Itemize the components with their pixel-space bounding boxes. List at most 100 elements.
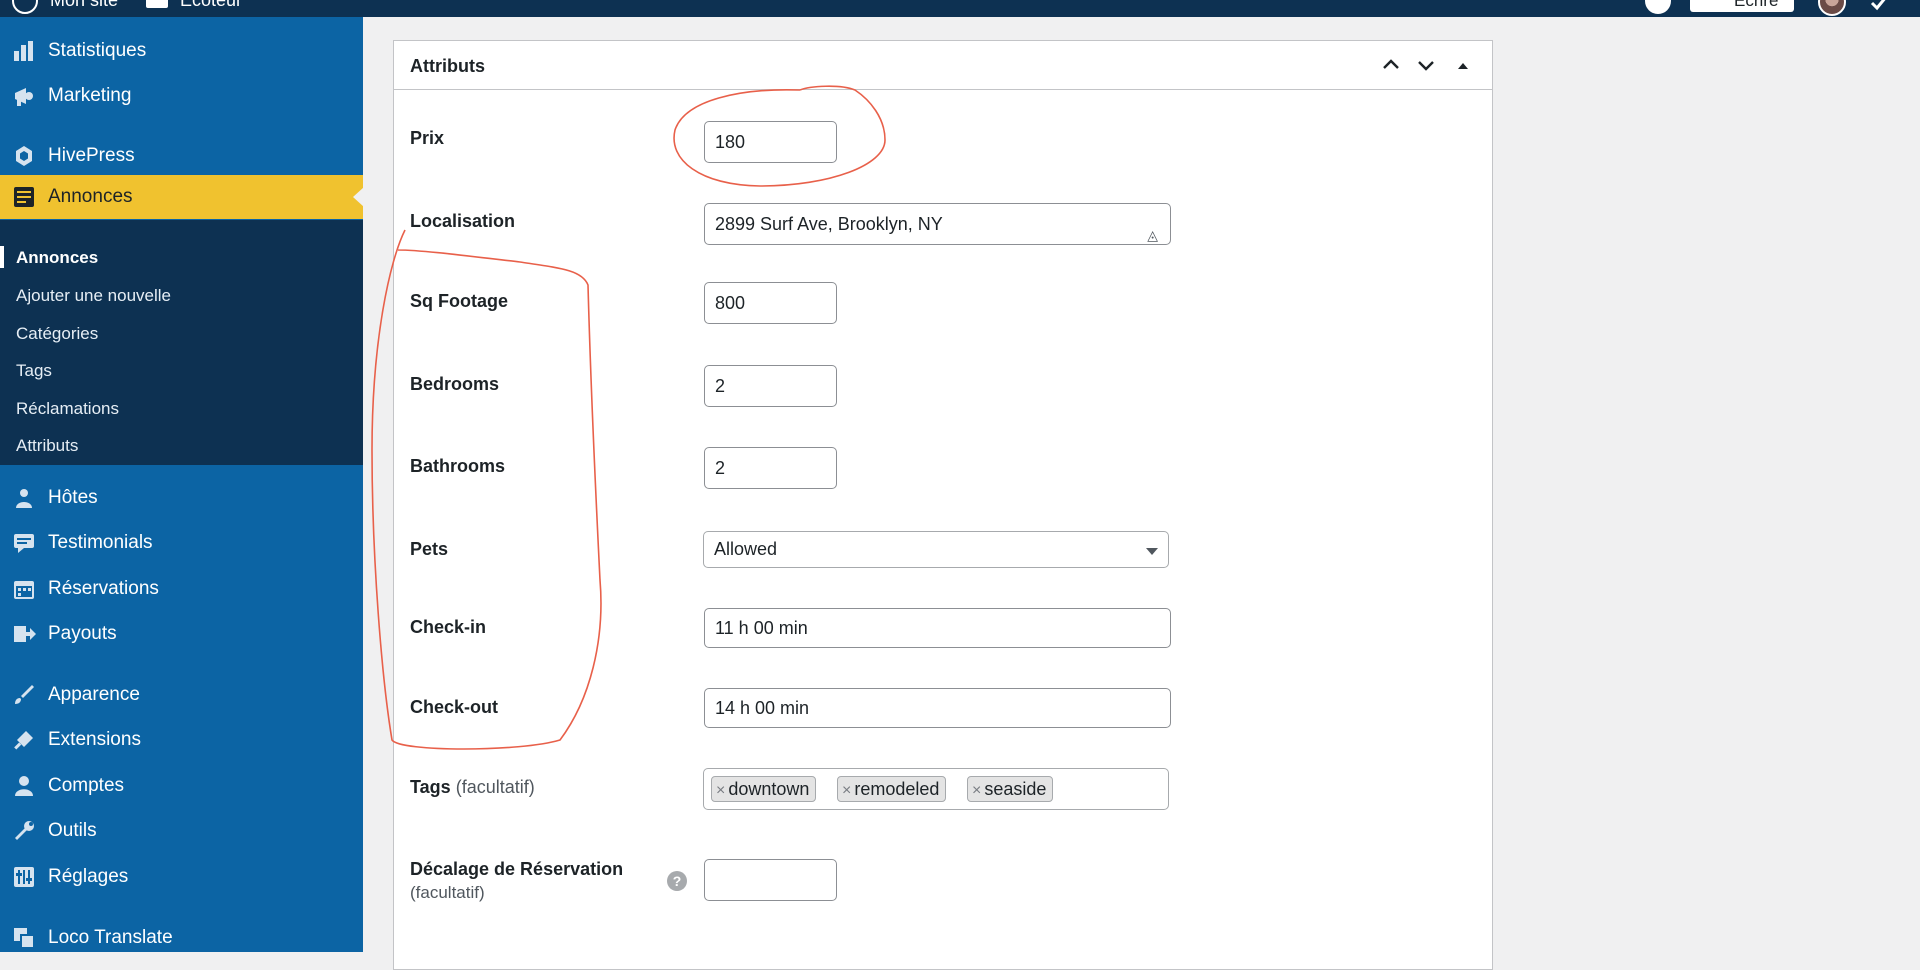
collapse-toggle-icon[interactable] [1452,54,1474,76]
sidebar-item-reglages[interactable]: Réglages [0,855,363,899]
sq-footage-value: 800 [715,293,746,313]
sidebar-item-label: Réservations [48,578,159,599]
localisation-input[interactable]: 2899 Surf Ave, Brooklyn, NY ◬ [704,203,1171,245]
sidebar-item-label: Réglages [48,866,129,887]
sidebar-item-marketing[interactable]: Marketing [0,74,363,118]
host-icon [16,489,32,508]
prix-value: 180 [715,132,746,152]
tag-label: seaside [984,779,1047,799]
sidebar-item-label: Statistiques [48,40,147,61]
sidebar-item-label: Extensions [48,729,141,750]
payout-icon [14,626,36,642]
sidebar-item-statistiques[interactable]: Statistiques [0,29,363,73]
location-arrow-icon[interactable]: ◬ [1147,215,1158,244]
sidebar-item-testimonials[interactable]: Testimonials [0,521,363,565]
sidebar-item-hivepress[interactable]: HivePress [0,134,363,178]
site-name-link[interactable]: Mon site [50,0,118,11]
calendar-icon [14,581,34,599]
bar-chart-icon [14,41,33,61]
remove-tag-icon[interactable]: × [972,782,981,799]
annonces-submenu: Annonces Ajouter une nouvelle Catégories… [0,220,363,465]
submenu-item-categories[interactable]: Catégories [16,324,98,344]
sidebar-item-apparence[interactable]: Apparence [0,673,363,717]
sidebar-item-label: Loco Translate [48,927,173,948]
sidebar-item-label: Testimonials [48,532,153,553]
wordpress-logo-icon[interactable] [12,0,38,14]
tags-input[interactable]: × downtown × remodeled × seaside [703,768,1169,810]
bedrooms-label: Bedrooms [410,374,500,394]
move-up-icon[interactable] [1380,54,1402,76]
checkout-value: 14 h 00 min [715,698,810,718]
sidebar-item-hotes[interactable]: Hôtes [0,476,363,520]
checkin-value: 11 h 00 min [715,618,808,638]
bathrooms-label: Bathrooms [410,456,506,476]
wrench-icon [15,821,34,840]
submenu-item-add-new[interactable]: Ajouter une nouvelle [16,286,171,306]
plugin-icon [14,731,33,750]
checkout-input[interactable]: 14 h 00 min [704,688,1171,728]
move-down-icon[interactable] [1415,54,1437,76]
sidebar-item-label: Apparence [48,684,140,705]
new-content-link[interactable]: Ecoteur [180,0,242,11]
megaphone-icon [15,88,33,106]
admin-sidebar: Statistiques Marketing HivePress Annonce… [0,17,364,952]
translate-icon [14,928,35,949]
sidebar-item-label: HivePress [48,145,135,166]
checkout-label: Check-out [410,697,499,717]
remove-tag-icon[interactable]: × [716,782,725,799]
tag-label: remodeled [854,779,940,799]
submenu-item-attributs[interactable]: Attributs [16,436,78,456]
tag-chip[interactable]: × seaside [967,776,1054,802]
bedrooms-input[interactable]: 2 [704,365,837,407]
new-content-icon[interactable] [146,0,168,8]
metabox-header: Attributs [394,41,1492,90]
avatar[interactable] [1818,0,1846,16]
tag-chip[interactable]: × remodeled [837,776,947,802]
write-button-label: Écrire [1734,0,1779,10]
help-icon[interactable] [1645,0,1671,14]
bathrooms-input[interactable]: 2 [704,447,837,489]
sidebar-item-payouts[interactable]: Payouts [0,612,363,656]
prix-label: Prix [410,128,445,148]
sidebar-item-label: Payouts [48,623,117,644]
hivepress-icon [16,146,32,166]
sidebar-item-annonces[interactable]: Annonces [0,175,364,219]
submenu-item-tags[interactable]: Tags [16,361,52,381]
current-submenu-marker [0,246,4,268]
sidebar-item-reservations[interactable]: Réservations [0,567,363,611]
tag-label: downtown [728,779,810,799]
notification-icon[interactable] [1870,0,1888,12]
tags-optional-text: (facultatif) [455,777,535,797]
bedrooms-value: 2 [715,376,726,396]
user-icon [15,776,33,796]
submenu-item-reclamations[interactable]: Réclamations [16,399,119,419]
decalage-input[interactable] [704,859,837,901]
sidebar-item-extensions[interactable]: Extensions [0,718,363,762]
submenu-item-annonces[interactable]: Annonces [16,248,98,268]
help-tooltip-icon[interactable]: ? [667,871,687,891]
remove-tag-icon[interactable]: × [842,782,851,799]
attributes-metabox: Attributs Prix 180 Localisation 2899 Sur… [393,40,1493,970]
admin-bar: Mon site Ecoteur Écrire [0,0,1920,17]
sq-footage-label: Sq Footage [410,291,508,311]
sidebar-item-label: Comptes [48,775,125,796]
sidebar-item-label: Annonces [48,186,133,207]
sidebar-item-outils[interactable]: Outils [0,809,363,853]
sidebar-item-comptes[interactable]: Comptes [0,764,363,808]
tags-label-text: Tags [410,777,451,797]
listing-icon [14,187,34,207]
sq-footage-input[interactable]: 800 [704,282,837,324]
brush-icon [15,685,34,704]
localisation-label: Localisation [410,211,516,231]
write-button[interactable]: Écrire [1690,0,1794,12]
comment-icon [14,534,34,553]
prix-input[interactable]: 180 [704,121,837,163]
tag-chip[interactable]: × downtown [711,776,817,802]
sidebar-item-label: Marketing [48,85,132,106]
pets-select[interactable]: Allowed [703,531,1169,568]
sidebar-item-label: Hôtes [48,487,98,508]
checkin-input[interactable]: 11 h 00 min [704,608,1171,648]
chevron-down-icon [1146,548,1158,555]
sidebar-item-loco-translate[interactable]: Loco Translate [0,916,363,960]
active-indicator-arrow [353,187,364,207]
